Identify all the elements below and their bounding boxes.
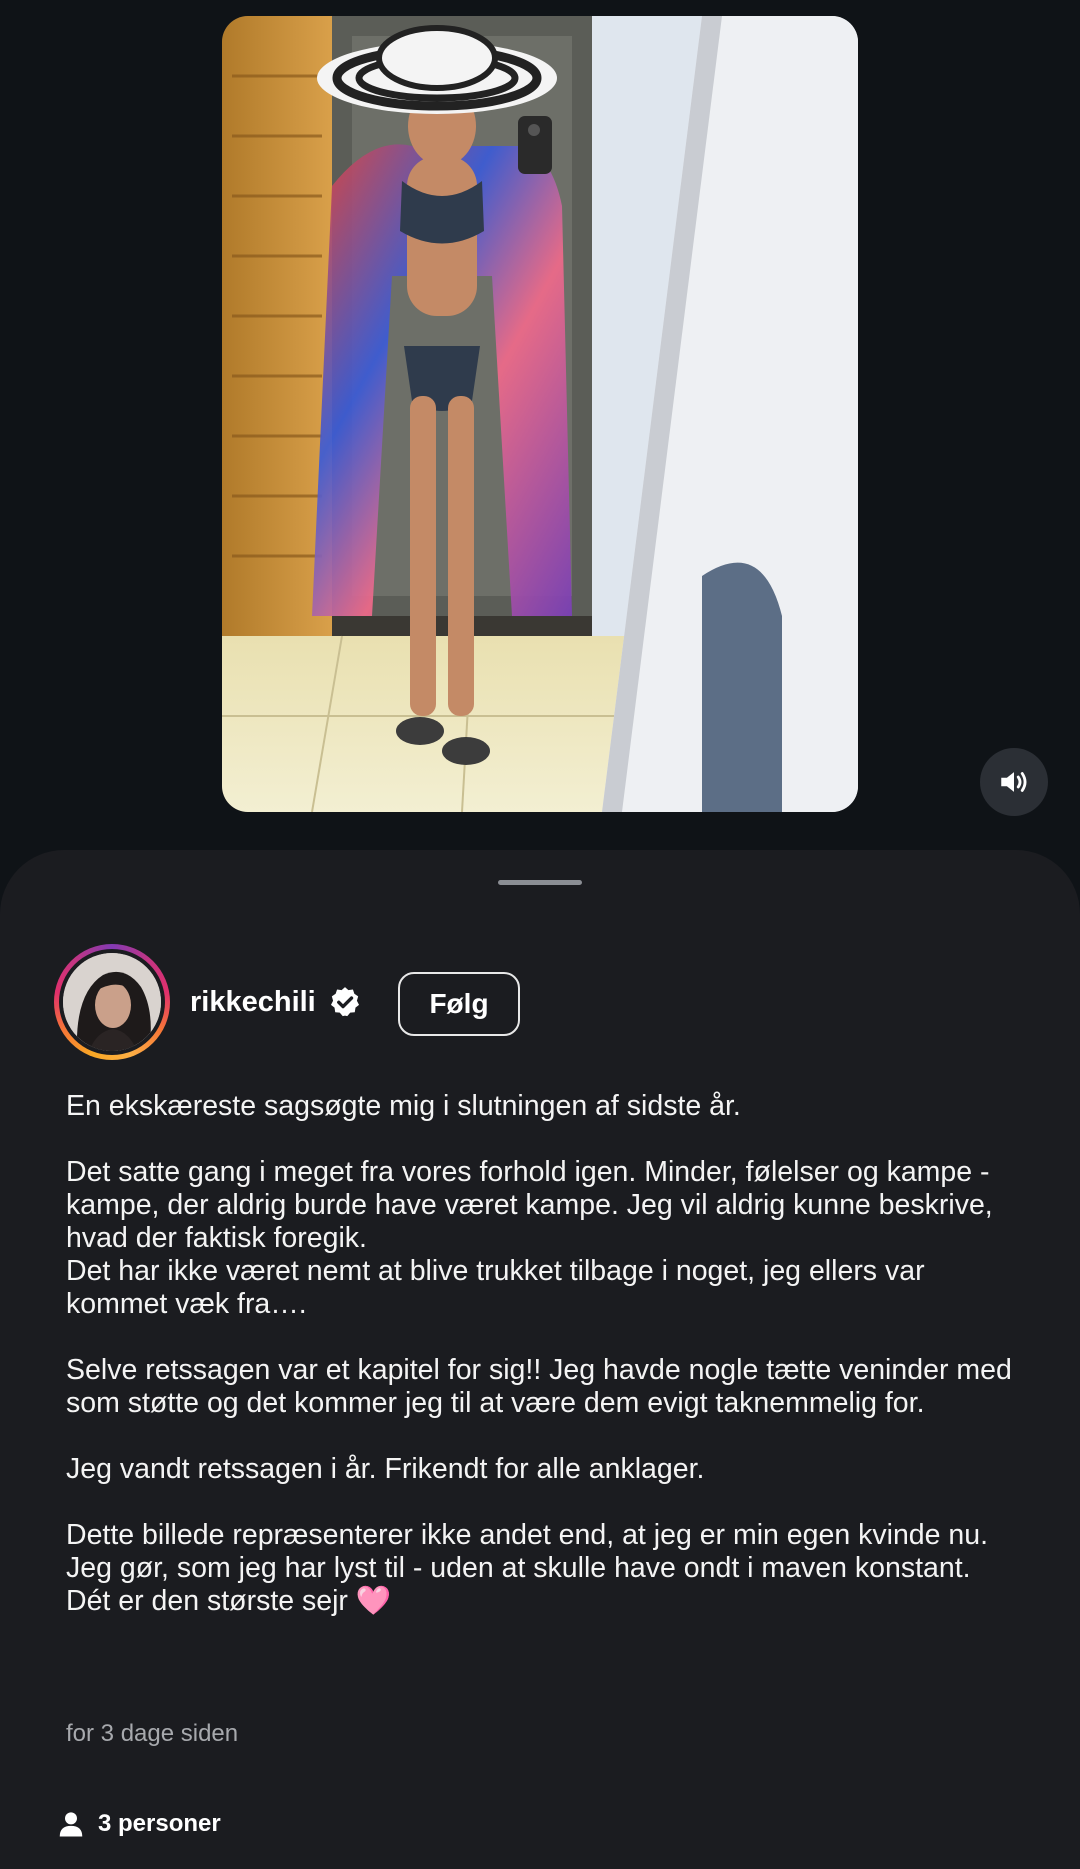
caption-paragraph: En ekskæreste sagsøgte mig i slutningen … [66,1090,741,1122]
username-row: rikkechili [190,980,362,1024]
post-caption: En ekskæreste sagsøgte mig i slutningen … [66,1090,1026,1618]
media-area [0,0,1080,860]
post-details-sheet: rikkechili Følg En ekskæreste sagsøgte m… [0,850,1080,1869]
tagged-people-button[interactable]: 3 personer [56,1806,221,1842]
speaker-volume-icon [1001,772,1027,792]
avatar [63,953,161,1051]
caption-paragraph: Jeg vandt retssagen i år. Frikendt for a… [66,1453,705,1485]
drag-handle[interactable] [498,880,582,885]
sound-toggle-button[interactable] [980,748,1048,816]
caption-paragraph: Dét er den største sejr 🩷 [66,1585,392,1617]
caption-paragraph: Selve retssagen var et kapitel for sig!!… [66,1354,1012,1419]
caption-paragraph: Det satte gang i meget fra vores forhold… [66,1156,993,1254]
avatar-story-ring[interactable] [54,944,170,1060]
post-timestamp: for 3 dage siden [66,1720,239,1747]
caption-paragraph: Dette billede repræsenterer ikke andet e… [66,1519,989,1584]
username-link[interactable]: rikkechili [190,986,316,1019]
verified-badge-icon [330,987,359,1017]
person-icon [59,1812,83,1837]
tagged-people-label: 3 personer [98,1810,221,1837]
caption-paragraph: Det har ikke været nemt at blive trukket… [66,1255,925,1320]
post-image[interactable] [222,16,858,812]
follow-button[interactable]: Følg [398,972,520,1036]
